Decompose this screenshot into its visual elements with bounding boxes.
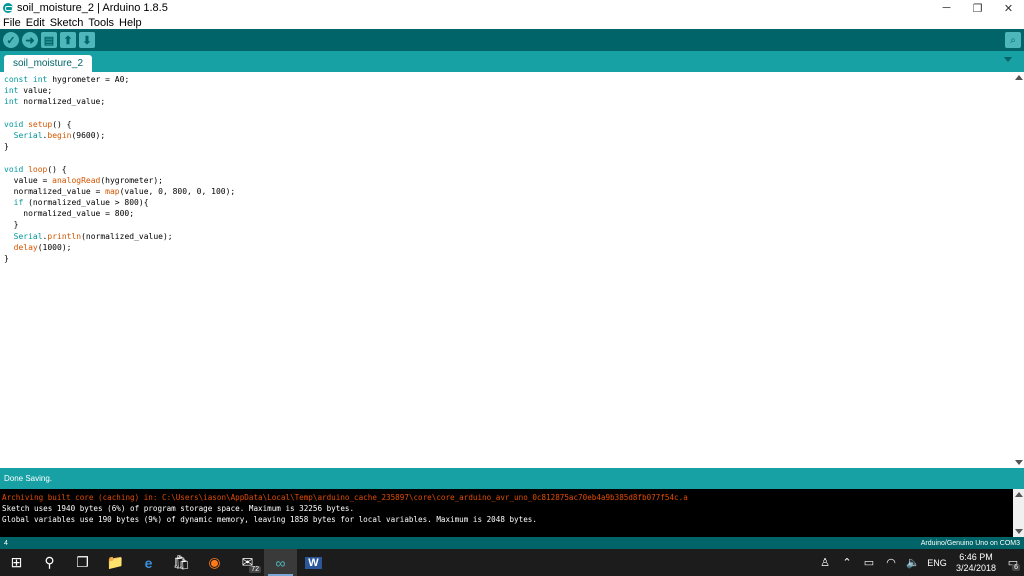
mail-button[interactable]: ✉ 72 [231,549,264,576]
console-line: Global variables use 190 bytes (9%) of d… [2,515,537,524]
code-line-11: normalized_value = map(value, 0, 800, 0,… [4,186,236,196]
scroll-up-icon[interactable] [1015,75,1023,80]
menu-tools[interactable]: Tools [88,17,114,29]
maximize-button[interactable]: ❐ [962,0,993,16]
window-controls: ─ ❐ ✕ [931,0,1024,16]
footer-bar: 4 Arduino/Genuino Uno on COM3 [0,537,1024,549]
arduino-icon: ∞ [275,554,286,571]
code-line-13: normalized_value = 800; [4,209,135,219]
edge-icon: e [144,554,153,571]
code-line-14: } [4,220,19,230]
code-line-1: const int hygrometer = A0; [4,75,130,84]
line-number: 4 [4,539,8,547]
arrow-down-icon: ⬇ [82,34,92,47]
arduino-button[interactable]: ∞ [264,549,297,576]
firefox-button[interactable]: ◉ [198,549,231,576]
clock-date: 3/24/2018 [955,562,997,573]
tab-bar: soil_moisture_2 [0,51,1024,72]
mail-badge: 72 [249,566,261,573]
menu-file[interactable]: File [3,17,21,29]
system-tray: ♙ ⌃ ▭ ◠ 🔈 ENG 6:46 PM 3/24/2018 ▭ 6 [814,549,1024,576]
console-scrollbar[interactable] [1013,489,1024,537]
console-line: Sketch uses 1940 bytes (6%) of program s… [2,504,355,513]
upload-button[interactable]: ➜ [22,32,38,48]
console-output[interactable]: Archiving built core (caching) in: C:\Us… [0,489,1013,537]
checkmark-icon: ✓ [6,34,16,47]
language-indicator[interactable]: ENG [924,558,950,568]
code-line-3: int normalized_value; [4,97,106,107]
editor-scrollbar[interactable] [1013,72,1024,468]
wifi-icon[interactable]: ◠ [880,556,902,569]
store-icon: 🛍 [172,554,191,570]
store-button[interactable]: 🛍 [165,549,198,576]
taskbar: ⊞ ⚲ ❐ 📁 e 🛍 ◉ ✉ 72 ∞ W ♙ ⌃ ▭ ◠ 🔈 ENG 6:4… [0,549,1024,576]
menu-sketch[interactable]: Sketch [50,17,84,29]
search-button[interactable]: ⚲ [33,549,66,576]
toolbar: ✓ ➜ ▤ ⬆ ⬇ ⌕ [0,29,1024,51]
menu-edit[interactable]: Edit [26,17,45,29]
menu-help[interactable]: Help [119,17,142,29]
word-button[interactable]: W [297,549,330,576]
code-line-9: void loop() { [4,164,67,174]
notifications-button[interactable]: ▭ 6 [1002,549,1024,576]
edge-button[interactable]: e [132,549,165,576]
task-view-button[interactable]: ❐ [66,549,99,576]
magnifier-icon: ⌕ [1010,34,1016,46]
new-sketch-button[interactable]: ▤ [41,32,57,48]
code-line-5: void setup() { [4,119,72,129]
arrow-right-icon: ➜ [25,34,35,47]
notifications-count: 6 [1012,564,1020,571]
code-line-17: } [4,254,9,263]
menu-bar: File Edit Sketch Tools Help [0,16,1024,29]
code-line-12: if (normalized_value > 800){ [13,198,149,208]
battery-icon[interactable]: ▭ [858,556,880,569]
arrow-up-icon: ⬆ [63,34,73,47]
code-editor[interactable]: const int hygrometer = A0; int value; in… [0,72,1013,468]
console-line: Archiving built core (caching) in: C:\Us… [2,493,688,502]
code-line-16: delay(1000); [13,242,72,252]
code-line-15: Serial.println(normalized_value); [13,231,173,241]
task-view-icon: ❐ [76,554,89,570]
people-icon[interactable]: ♙ [814,556,836,569]
title-bar: soil_moisture_2 | Arduino 1.8.5 ─ ❐ ✕ [0,0,1024,16]
word-icon: W [305,556,322,569]
start-icon: ⊞ [10,554,23,570]
volume-icon[interactable]: 🔈 [902,556,924,569]
code-line-7: } [4,142,9,152]
code-line-2: int value; [4,86,53,96]
start-button[interactable]: ⊞ [0,549,33,576]
console-scroll-up-icon[interactable] [1015,492,1023,497]
close-button[interactable]: ✕ [993,0,1024,16]
code-line-6: Serial.begin(9600); [13,130,106,140]
window-title: soil_moisture_2 | Arduino 1.8.5 [17,2,168,14]
serial-monitor-button[interactable]: ⌕ [1005,32,1021,48]
verify-button[interactable]: ✓ [3,32,19,48]
save-sketch-button[interactable]: ⬇ [79,32,95,48]
code-line-10: value = analogRead(hygrometer); [4,175,163,185]
firefox-icon: ◉ [208,554,221,570]
arduino-logo-icon [3,3,13,13]
file-explorer-button[interactable]: 📁 [99,549,132,576]
clock-time: 6:46 PM [959,551,993,562]
new-file-icon: ▤ [43,34,55,47]
open-sketch-button[interactable]: ⬆ [60,32,76,48]
folder-icon: 📁 [106,554,125,570]
clock[interactable]: 6:46 PM 3/24/2018 [950,552,1002,574]
minimize-button[interactable]: ─ [931,0,962,16]
search-icon: ⚲ [44,554,55,570]
console-scroll-down-icon[interactable] [1015,529,1023,534]
chevron-up-icon[interactable]: ⌃ [836,556,858,569]
tab-menu-icon[interactable] [1004,57,1012,62]
scroll-down-icon[interactable] [1015,460,1023,465]
status-bar: Done Saving. [0,468,1024,489]
board-info: Arduino/Genuino Uno on COM3 [920,539,1020,547]
status-message: Done Saving. [4,474,53,483]
tab-soil-moisture-2[interactable]: soil_moisture_2 [4,55,93,72]
